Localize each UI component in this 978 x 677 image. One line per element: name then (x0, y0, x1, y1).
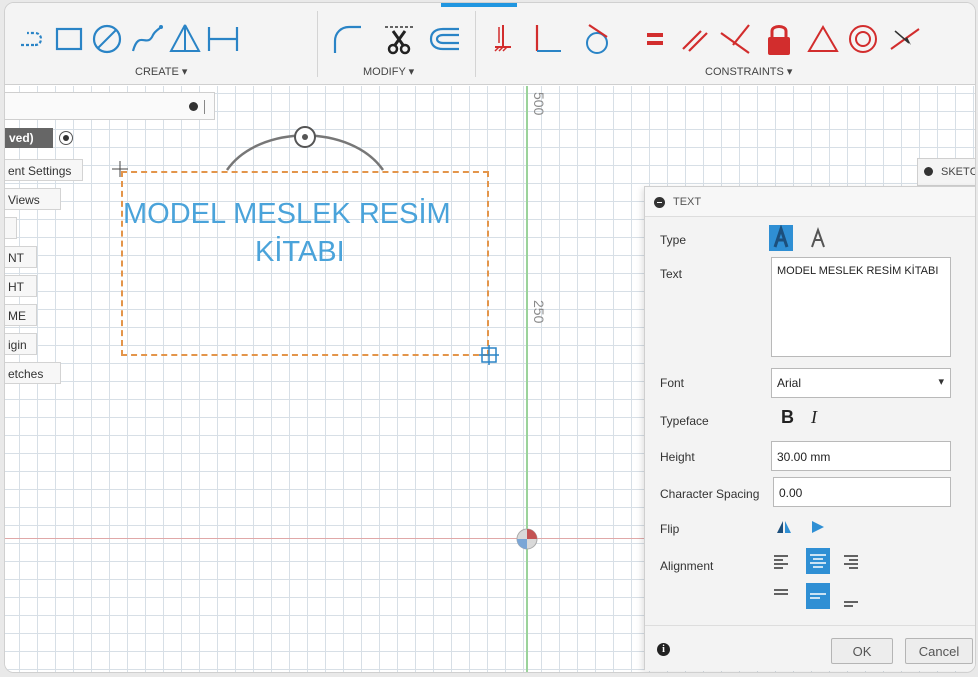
axis-label-middle: 250 (531, 300, 547, 324)
text-input[interactable]: MODEL MESLEK RESİM KİTABI (771, 257, 951, 357)
align-center-icon (810, 554, 826, 568)
flip-label: Flip (660, 522, 680, 536)
axis-label-top: 500 (531, 92, 547, 116)
sketch-palette-tab[interactable]: SKETC (917, 158, 976, 186)
cancel-button[interactable]: Cancel (905, 638, 973, 664)
equal-icon[interactable] (635, 19, 675, 59)
modify-menu[interactable]: MODIFY ▾ (363, 65, 414, 78)
character-spacing-input[interactable]: 0.00 (773, 477, 951, 507)
ok-button[interactable]: OK (831, 638, 893, 664)
type-text-button[interactable] (769, 224, 793, 251)
app-window: CREATE ▾ MODIFY ▾ CONSTRAINTS ▾ 500 250 (4, 2, 976, 673)
create-menu[interactable]: CREATE ▾ (135, 65, 187, 78)
align-right-icon[interactable] (843, 553, 859, 569)
align-left-icon[interactable] (773, 553, 789, 569)
align-bottom-icon[interactable] (843, 595, 859, 611)
flip-vertical-icon[interactable] (810, 519, 826, 535)
resize-handle-icon[interactable] (478, 344, 500, 366)
activate-radio-icon[interactable] (59, 131, 73, 145)
perpendicular-icon[interactable] (715, 19, 755, 59)
browser-item-origin[interactable]: igin (5, 333, 37, 355)
triangle-icon[interactable] (803, 19, 843, 59)
browser-item-document-settings[interactable]: ent Settings (5, 159, 83, 181)
italic-button[interactable]: I (811, 407, 817, 428)
y-axis-line (526, 86, 528, 672)
browser-item-view-cube[interactable] (5, 217, 17, 239)
alignment-label: Alignment (660, 559, 714, 573)
midpoint-icon[interactable] (885, 19, 925, 59)
toolbar-separator (317, 11, 318, 77)
browser-search-bar[interactable] (5, 92, 215, 120)
tangent-icon[interactable] (577, 19, 617, 59)
collapse-icon[interactable] (654, 197, 665, 208)
align-middle-icon (810, 593, 826, 599)
font-label: Font (660, 376, 685, 390)
text-type-icon (773, 224, 789, 248)
sketch-text-line2[interactable]: KİTABI (255, 236, 345, 269)
bold-button[interactable]: B (781, 407, 794, 428)
dimension-icon[interactable] (203, 19, 243, 59)
text-along-path-icon[interactable] (809, 227, 827, 249)
text-dialog: TEXT Type Text MODEL MESLEK RESİM KİTABI… (644, 186, 975, 671)
sketch-palette-label: SKETC (941, 166, 976, 178)
text-label: Text (660, 267, 683, 281)
unsaved-badge: ved) (5, 128, 53, 148)
browser-item-named-views[interactable]: Views (5, 188, 61, 210)
align-middle-button[interactable] (806, 583, 830, 609)
character-spacing-label: Character Spacing (660, 487, 760, 501)
height-label: Height (660, 450, 695, 464)
circle-icon[interactable] (87, 19, 127, 59)
font-select[interactable]: Arial (771, 368, 951, 398)
toolbar-separator (475, 11, 476, 77)
spline-icon[interactable] (127, 19, 167, 59)
browser-collapse-icon[interactable] (189, 102, 198, 111)
dialog-footer: i OK Cancel (645, 625, 975, 671)
height-input[interactable]: 30.00 mm (771, 441, 951, 471)
lock-icon[interactable] (759, 19, 799, 59)
offset-curve-icon[interactable] (423, 19, 463, 59)
dialog-header[interactable]: TEXT (645, 187, 975, 217)
font-value: Arial (777, 376, 802, 390)
coincident-icon[interactable] (527, 19, 567, 59)
dialog-title: TEXT (673, 196, 702, 208)
origin-marker-icon[interactable] (515, 527, 539, 551)
align-top-icon[interactable] (773, 587, 789, 603)
browser-item-front[interactable]: NT (5, 246, 37, 268)
active-tool-indicator (441, 3, 517, 7)
browser-item-home[interactable]: ME (5, 304, 37, 326)
type-label: Type (660, 233, 687, 247)
concentric-icon[interactable] (843, 19, 883, 59)
sketch-text-line1[interactable]: MODEL MESLEK RESİM (123, 198, 451, 231)
fillet-icon[interactable] (327, 19, 367, 59)
rectangle-icon[interactable] (49, 19, 89, 59)
info-icon[interactable]: i (657, 643, 670, 656)
flip-horizontal-icon[interactable] (776, 519, 792, 535)
browser-item-sketches[interactable]: etches (5, 362, 61, 384)
parallel-icon[interactable] (675, 19, 715, 59)
triangle-mirror-icon[interactable] (165, 19, 205, 59)
toolbar: CREATE ▾ MODIFY ▾ CONSTRAINTS ▾ (5, 3, 975, 85)
scissors-icon[interactable] (379, 19, 419, 59)
browser-item-right[interactable]: HT (5, 275, 37, 297)
constraints-menu[interactable]: CONSTRAINTS ▾ (705, 65, 792, 78)
offset-icon[interactable] (13, 19, 53, 59)
align-center-button[interactable] (806, 548, 830, 574)
rotation-handle[interactable] (215, 118, 395, 174)
fix-icon[interactable] (483, 19, 523, 59)
expand-icon (924, 167, 933, 176)
typeface-label: Typeface (660, 414, 709, 428)
browser-pin-icon[interactable] (204, 100, 205, 114)
